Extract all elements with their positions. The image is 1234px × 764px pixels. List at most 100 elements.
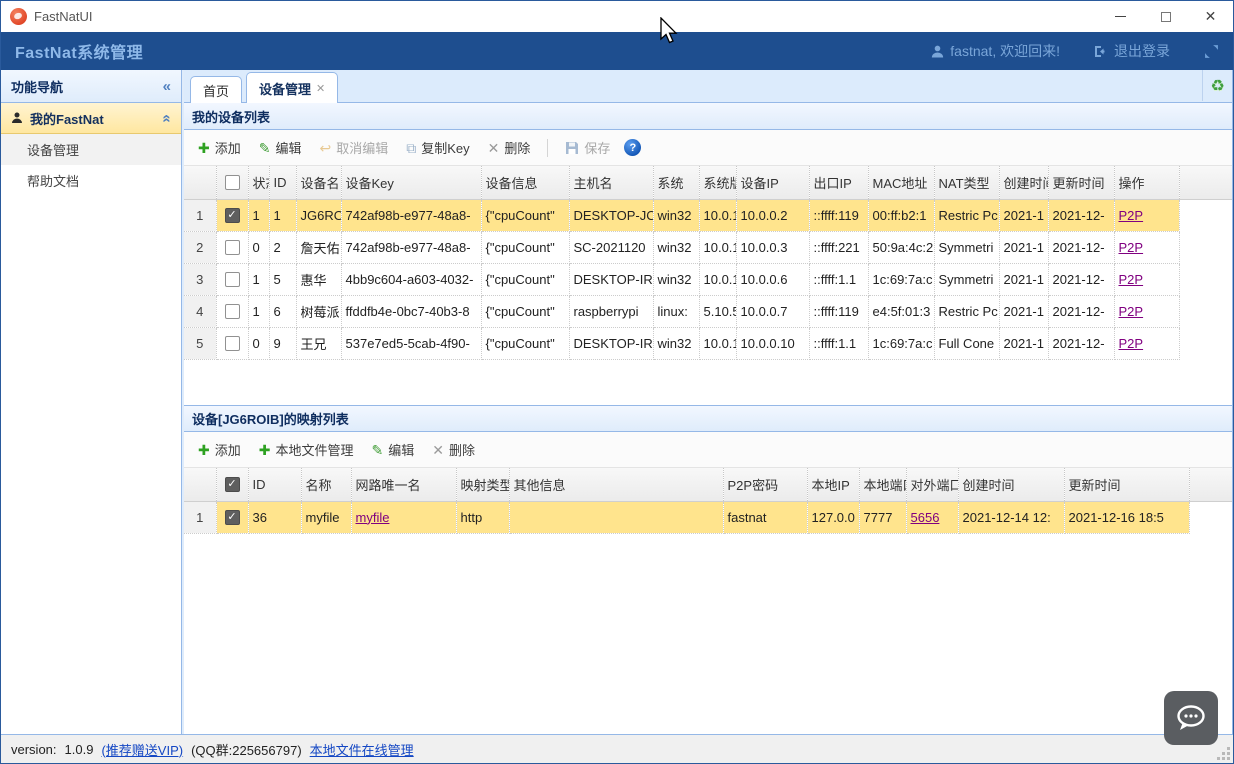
cell[interactable]: P2P: [1114, 295, 1179, 327]
sidebar-collapse-icon[interactable]: «: [163, 78, 171, 95]
cell[interactable]: win32: [653, 231, 699, 263]
cell[interactable]: {"cpuCount": [481, 327, 569, 359]
row-number[interactable]: 3: [184, 263, 216, 295]
minimize-button[interactable]: [1098, 1, 1143, 32]
rownum-header[interactable]: [184, 166, 216, 199]
column-header[interactable]: 更新时间: [1064, 468, 1189, 501]
column-header[interactable]: 对外端口: [906, 468, 958, 501]
cell[interactable]: fastnat: [723, 501, 807, 533]
cell[interactable]: 2021-12-: [1048, 263, 1114, 295]
tab-device-management[interactable]: 设备管理 ✕: [246, 72, 338, 103]
table-row[interactable]: 509王兄537e7ed5-5cab-4f90-{"cpuCount"DESKT…: [184, 327, 1232, 359]
cell[interactable]: 36: [248, 501, 301, 533]
cell[interactable]: 7777: [859, 501, 906, 533]
cell[interactable]: 2021-1: [999, 263, 1048, 295]
row-checkbox-cell[interactable]: [216, 327, 248, 359]
cell[interactable]: Symmetri: [934, 263, 999, 295]
cell[interactable]: 1: [269, 199, 296, 231]
cell[interactable]: Restric Pc: [934, 199, 999, 231]
cell[interactable]: 2021-1: [999, 199, 1048, 231]
cancel-edit-button[interactable]: ↩取消编辑: [312, 134, 397, 161]
vip-link[interactable]: (推荐赠送VIP): [101, 740, 183, 759]
cell[interactable]: ::ffff:221: [809, 231, 868, 263]
cell[interactable]: 0: [248, 231, 269, 263]
help-button[interactable]: ?: [624, 139, 641, 156]
row-checkbox-cell[interactable]: ✓: [216, 501, 248, 533]
cell[interactable]: 1: [248, 199, 269, 231]
column-header[interactable]: NAT类型: [934, 166, 999, 199]
row-checkbox-cell[interactable]: ✓: [216, 199, 248, 231]
cell[interactable]: 50:9a:4c:2: [868, 231, 934, 263]
cell[interactable]: 2021-1: [999, 295, 1048, 327]
cell[interactable]: 树莓派: [296, 295, 341, 327]
cell[interactable]: 10.0.16: [699, 231, 736, 263]
cell[interactable]: Symmetri: [934, 231, 999, 263]
cell[interactable]: http: [456, 501, 509, 533]
row-number[interactable]: 5: [184, 327, 216, 359]
select-all-checkbox-cell[interactable]: [216, 166, 248, 199]
cell[interactable]: 5.10.52: [699, 295, 736, 327]
cell[interactable]: JG6RO: [296, 199, 341, 231]
accordion-header-myfastnat[interactable]: 我的FastNat «: [1, 103, 181, 134]
cell[interactable]: 742af98b-e977-48a8-: [341, 231, 481, 263]
cell[interactable]: {"cpuCount": [481, 263, 569, 295]
cell[interactable]: 惠华: [296, 263, 341, 295]
column-header[interactable]: 状态: [248, 166, 269, 199]
table-row[interactable]: 416树莓派ffddfb4e-0bc7-40b3-8{"cpuCount"ras…: [184, 295, 1232, 327]
column-header[interactable]: ID: [248, 468, 301, 501]
cell[interactable]: 1: [248, 263, 269, 295]
column-header[interactable]: P2P密码: [723, 468, 807, 501]
row-number[interactable]: 1: [184, 199, 216, 231]
row-checkbox[interactable]: ✓: [225, 208, 240, 223]
table-row[interactable]: 1✓36myfilemyfilehttpfastnat127.0.0777756…: [184, 501, 1232, 533]
column-header[interactable]: 系统: [653, 166, 699, 199]
mapping-edit-button[interactable]: ✎编辑: [364, 436, 423, 463]
cell[interactable]: 10.0.0.2: [736, 199, 809, 231]
fullscreen-button[interactable]: [1204, 44, 1219, 59]
column-header[interactable]: ID: [269, 166, 296, 199]
close-button[interactable]: ✕: [1188, 1, 1233, 32]
cell[interactable]: 10.0.19: [699, 327, 736, 359]
mapping-delete-button[interactable]: ✕删除: [424, 436, 483, 463]
cell[interactable]: 10.0.0.7: [736, 295, 809, 327]
cell[interactable]: 10.0.19: [699, 263, 736, 295]
add-button[interactable]: ✚添加: [190, 134, 249, 161]
sidebar-item-help-docs[interactable]: 帮助文档: [1, 165, 181, 196]
column-header[interactable]: 本地IP: [807, 468, 859, 501]
cell[interactable]: {"cpuCount": [481, 199, 569, 231]
tab-home[interactable]: 首页: [190, 76, 242, 103]
refresh-button[interactable]: ♻: [1210, 76, 1224, 96]
row-checkbox[interactable]: [225, 304, 240, 319]
row-number[interactable]: 4: [184, 295, 216, 327]
edit-button[interactable]: ✎编辑: [251, 134, 310, 161]
column-header[interactable]: 设备名: [296, 166, 341, 199]
tab-close-icon[interactable]: ✕: [316, 82, 325, 95]
cell[interactable]: 10.0.0.6: [736, 263, 809, 295]
cell[interactable]: 2021-12-: [1048, 231, 1114, 263]
sidebar-item-device-management[interactable]: 设备管理: [1, 134, 181, 165]
cell[interactable]: Restric Pc: [934, 295, 999, 327]
cell[interactable]: 2021-12-: [1048, 295, 1114, 327]
cell[interactable]: win32: [653, 263, 699, 295]
cell[interactable]: 127.0.0: [807, 501, 859, 533]
cell[interactable]: 2021-12-: [1048, 199, 1114, 231]
local-file-manager-button[interactable]: ✚本地文件管理: [251, 436, 362, 463]
column-header[interactable]: 出口IP: [809, 166, 868, 199]
cell[interactable]: 537e7ed5-5cab-4f90-: [341, 327, 481, 359]
row-number[interactable]: 2: [184, 231, 216, 263]
mapping-add-button[interactable]: ✚添加: [190, 436, 249, 463]
table-row[interactable]: 1✓11JG6RO742af98b-e977-48a8-{"cpuCount"D…: [184, 199, 1232, 231]
row-checkbox[interactable]: ✓: [225, 510, 240, 525]
port-link[interactable]: 5656: [911, 510, 940, 525]
cell[interactable]: P2P: [1114, 199, 1179, 231]
row-checkbox-cell[interactable]: [216, 231, 248, 263]
logout-button[interactable]: 退出登录: [1094, 41, 1170, 61]
cell[interactable]: DESKTOP-JC: [569, 199, 653, 231]
cell[interactable]: P2P: [1114, 327, 1179, 359]
cell[interactable]: 2021-1: [999, 231, 1048, 263]
column-header[interactable]: 更新时间: [1048, 166, 1114, 199]
cell[interactable]: 6: [269, 295, 296, 327]
cell[interactable]: 4bb9c604-a603-4032-: [341, 263, 481, 295]
column-header[interactable]: 系统版本: [699, 166, 736, 199]
cell[interactable]: ::ffff:119: [809, 199, 868, 231]
